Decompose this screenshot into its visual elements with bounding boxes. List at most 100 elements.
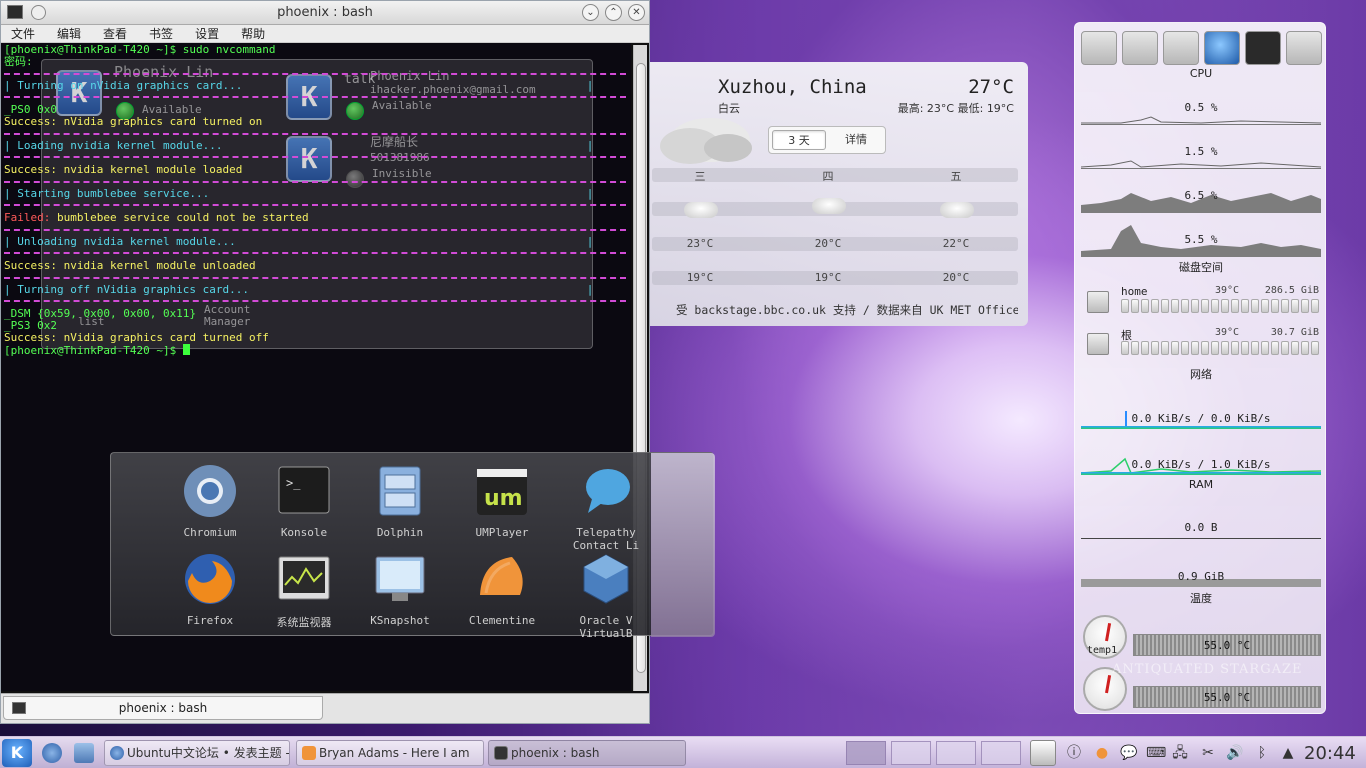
cpu-icon[interactable]	[1081, 31, 1117, 65]
menu-settings[interactable]: 设置	[195, 25, 219, 42]
app-ksnapshot[interactable]: KSnapshot	[355, 551, 445, 627]
maximize-button[interactable]: ⌃	[605, 4, 622, 21]
app-label: 系统监视器	[276, 616, 332, 629]
weather-condition: 白云	[718, 102, 740, 115]
forecast-day: 四	[822, 170, 834, 183]
app-firefox[interactable]: Firefox	[165, 551, 255, 627]
forecast-high: 20°C	[814, 237, 842, 250]
keyboard-icon[interactable]: ⌨	[1146, 745, 1166, 761]
cloud-icon	[684, 202, 718, 218]
text-cursor	[182, 344, 190, 355]
forecast-low: 20°C	[942, 271, 970, 284]
disk-label: 磁盘空间	[1179, 261, 1223, 274]
menu-bar: 文件 编辑 查看 书签 设置 帮助	[1, 25, 649, 43]
cpu-graph: 0.5 %	[1081, 87, 1321, 125]
chromium-launcher-icon[interactable]	[42, 743, 62, 763]
desktop-pager-1[interactable]	[846, 741, 886, 765]
disk-row-home[interactable]: home 39°C 286.5 GiB	[1087, 285, 1319, 321]
app-label: Dolphin	[376, 526, 424, 539]
bluetooth-icon[interactable]: ᛒ	[1254, 745, 1270, 761]
close-button[interactable]: ✕	[628, 4, 645, 21]
app-umplayer[interactable]: um UMPlayer	[457, 463, 547, 539]
cpu-core-value: 0.5 %	[1184, 101, 1218, 114]
chromium-icon	[184, 465, 236, 517]
terminal-tab[interactable]: phoenix : bash	[3, 696, 323, 720]
temperature-label: 温度	[1190, 592, 1212, 605]
hard-disk-icon[interactable]	[1122, 31, 1158, 65]
app-label: Firefox	[186, 614, 234, 627]
temperature-value: 55.0 °C	[1203, 691, 1251, 704]
forecast-lows-row: 19°C 19°C 20°C	[652, 271, 1018, 285]
clementine-icon	[480, 557, 523, 595]
ram-icon[interactable]	[1245, 31, 1281, 65]
app-clementine[interactable]: Clementine	[457, 551, 547, 627]
ram-graph: 0.0 B	[1081, 499, 1321, 539]
volume-icon[interactable]: 🔊	[1226, 745, 1243, 761]
cpu-graph: 5.5 %	[1081, 219, 1321, 257]
task-terminal[interactable]: phoenix : bash	[488, 740, 686, 766]
disk-size: 30.7 GiB	[1270, 327, 1319, 338]
app-system-monitor[interactable]: 系统监视器	[259, 551, 349, 630]
monitor-icons-row	[1081, 31, 1322, 65]
menu-view[interactable]: 查看	[103, 25, 127, 42]
app-label: Chromium	[183, 526, 237, 539]
window-title: phoenix : bash	[277, 5, 373, 20]
info-icon[interactable]: ⓘ	[1066, 745, 1082, 761]
wallpaper-watermark: ANTIQUATED STARGAZE	[1112, 662, 1303, 677]
dolphin-launcher-icon[interactable]	[74, 743, 94, 763]
network-globe-icon[interactable]	[1204, 31, 1240, 65]
app-konsole[interactable]: >_ Konsole	[259, 463, 349, 539]
terminal-prompt[interactable]: [phoenix@ThinkPad-T420 ~]$	[4, 344, 190, 357]
task-clementine[interactable]: Bryan Adams - Here I am	[296, 740, 484, 766]
forecast-day: 三	[694, 170, 706, 183]
forecast-low: 19°C	[814, 271, 842, 284]
launcher-right-edge	[651, 453, 715, 637]
clementine-icon	[302, 746, 316, 760]
desktop-pager-3[interactable]	[936, 741, 976, 765]
rain-cloud-icon	[812, 198, 846, 214]
virtualbox-icon	[583, 554, 629, 604]
disk-row-root[interactable]: 根 39°C 30.7 GiB	[1087, 327, 1319, 363]
app-virtualbox[interactable]: Oracle V VirtualB	[561, 551, 651, 640]
desktop-pager-4[interactable]	[981, 741, 1021, 765]
clementine-tray-icon[interactable]: ●	[1094, 745, 1110, 761]
weather-widget: Xuzhou, China 27°C 白云 最高: 23°C 最低: 19°C …	[650, 62, 1028, 326]
chat-icon[interactable]: 💬	[1120, 745, 1137, 761]
konsole-icon[interactable]	[7, 5, 23, 19]
task-label: Ubuntu中文论坛 • 发表主题 -	[127, 746, 290, 760]
terminal-line: Success: nVidia graphics card turned off	[4, 331, 269, 344]
weather-credit-link[interactable]: 受 backstage.bbc.co.uk 支持 / 数据来自 UK MET O…	[676, 302, 1018, 318]
tray-expand-arrow-icon[interactable]: ▲	[1280, 745, 1296, 761]
window-titlebar[interactable]: phoenix : bash ⌄ ⌃ ✕	[1, 1, 649, 25]
kde-menu-button[interactable]: K	[2, 739, 32, 767]
disk-name: home	[1121, 285, 1148, 298]
app-dolphin[interactable]: Dolphin	[355, 463, 445, 539]
pin-icon[interactable]	[31, 5, 46, 20]
network-graph: 0.0 KiB/s / 0.0 KiB/s	[1081, 385, 1321, 429]
cpu-core-value: 1.5 %	[1184, 145, 1218, 158]
terminal-line: Failed: bumblebee service could not be s…	[4, 211, 309, 224]
menu-bookmarks[interactable]: 书签	[149, 25, 173, 42]
task-ubuntu-forum[interactable]: Ubuntu中文论坛 • 发表主题 -	[104, 740, 290, 766]
app-label: Konsole	[280, 526, 328, 539]
app-telepathy[interactable]: Telepathy Contact Li	[561, 463, 651, 552]
menu-help[interactable]: 帮助	[241, 25, 265, 42]
weather-city: Xuzhou, China	[718, 76, 867, 98]
terminal-line: Success: nvidia kernel module loaded	[4, 163, 243, 176]
terminal-line: | Loading nvidia kernel module... |	[4, 139, 594, 152]
tab-3-days[interactable]: 3 天	[772, 130, 826, 150]
tab-details[interactable]: 详情	[830, 130, 882, 150]
app-label: KSnapshot	[370, 614, 430, 627]
clock[interactable]: 20:44	[1304, 743, 1356, 764]
app-chromium[interactable]: Chromium	[165, 463, 255, 539]
desktop-pager-2[interactable]	[891, 741, 931, 765]
menu-edit[interactable]: 编辑	[57, 25, 81, 42]
motherboard-icon[interactable]	[1163, 31, 1199, 65]
minimize-button[interactable]: ⌄	[582, 4, 599, 21]
scissors-icon[interactable]: ✂	[1200, 745, 1216, 761]
network-icon[interactable]: 🖧	[1172, 745, 1188, 761]
screenshot-tray-icon[interactable]	[1030, 740, 1056, 766]
menu-file[interactable]: 文件	[11, 25, 35, 42]
disk-temp: 39°C	[1215, 327, 1240, 338]
chip-icon[interactable]	[1286, 31, 1322, 65]
